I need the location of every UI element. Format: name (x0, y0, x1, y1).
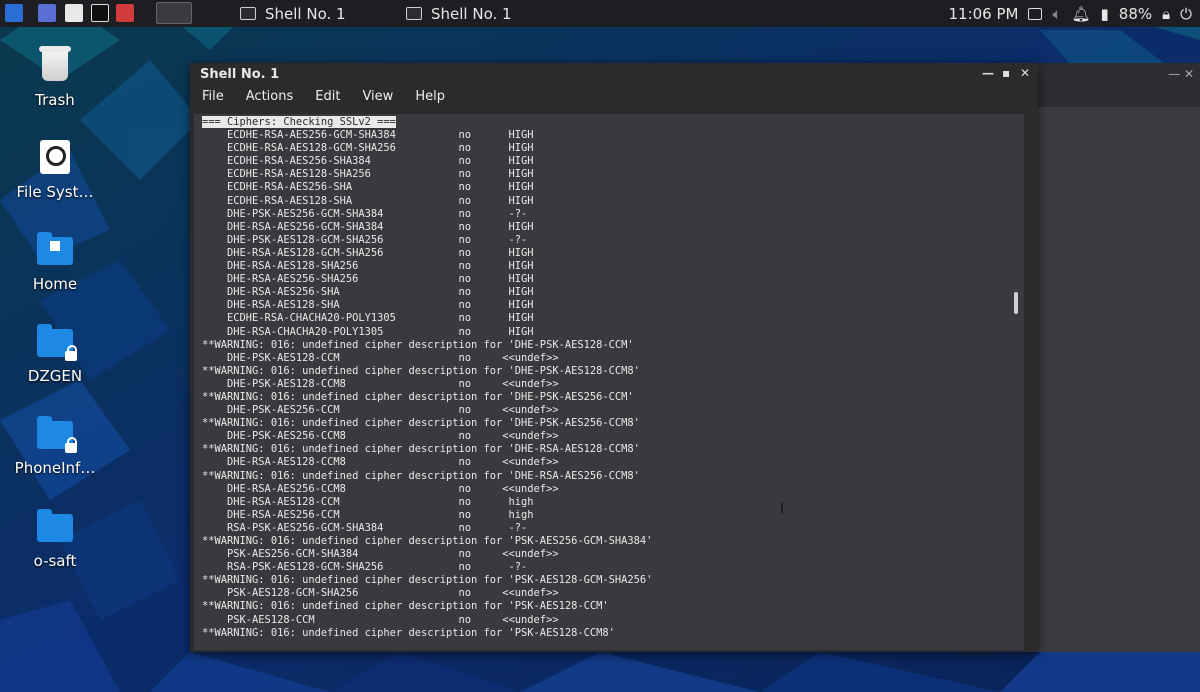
scrollbar-thumb[interactable] (1014, 292, 1018, 314)
folder-icon (35, 506, 75, 546)
cipher-line: DHE-RSA-AES128-SHA no HIGH (202, 299, 534, 312)
warning-line: **WARNING: 016: undefined cipher descrip… (202, 443, 640, 456)
terminal-icon (406, 7, 422, 20)
trash-icon (35, 45, 75, 85)
warning-line: **WARNING: 016: undefined cipher descrip… (202, 535, 653, 547)
desktop-icon-o-saft[interactable]: o-saft (5, 506, 105, 570)
hard-drive-icon (35, 137, 75, 177)
cipher-line: DHE-PSK-AES128-GCM-SHA256 no -?- (202, 233, 528, 246)
cipher-line: ECDHE-RSA-AES256-GCM-SHA384 no HIGH (202, 129, 534, 142)
clock[interactable]: 11:06 PM (948, 5, 1018, 23)
cipher-line: ECDHE-RSA-AES128-SHA256 no HIGH (202, 168, 534, 181)
menu-view[interactable]: View (350, 85, 403, 107)
cipher-line: DHE-RSA-AES128-CCM8 no <<undef>> (202, 456, 559, 469)
desktop-icon-phoneinf[interactable]: PhoneInf… (5, 413, 105, 477)
locked-folder-icon (35, 321, 77, 361)
cipher-line: RSA-PSK-AES256-GCM-SHA384 no -?- (202, 521, 528, 534)
maximize-button[interactable]: ▪ (1002, 66, 1010, 80)
taskbar-task-label: Shell No. 1 (265, 4, 346, 23)
close-button[interactable]: ✕ (1020, 66, 1030, 80)
workspace-1-icon[interactable] (38, 4, 56, 22)
background-terminal-window[interactable]: — ✕ (1038, 63, 1200, 652)
cipher-line: DHE-PSK-AES256-GCM-SHA384 no -?- (202, 207, 528, 220)
warning-line: **WARNING: 016: undefined cipher descrip… (202, 600, 609, 613)
terminal-icon (240, 7, 256, 20)
desktop-icon-label: PhoneInf… (14, 459, 96, 477)
notification-bell-icon[interactable]: 🔔︎ (1071, 5, 1090, 23)
locked-folder-icon (35, 413, 77, 453)
logout-icon[interactable]: ⏻ (1180, 5, 1192, 23)
warning-line: **WARNING: 016: undefined cipher descrip… (202, 390, 634, 403)
background-terminal-area (1038, 107, 1200, 652)
taskbar-task-shell-2[interactable]: Shell No. 1 (406, 0, 512, 27)
cipher-line: PSK-AES128-CCM no <<undef>> (202, 613, 559, 626)
lock-screen-icon[interactable]: 🔒︎ (1162, 5, 1170, 23)
desktop-icon-label: File Syst… (16, 183, 94, 201)
warning-line: **WARNING: 016: undefined cipher descrip… (202, 469, 640, 482)
menu-bar: File Actions Edit View Help (190, 85, 1038, 107)
desktop-icon-label: Trash (35, 91, 75, 109)
cipher-line: ECDHE-RSA-AES256-SHA no HIGH (202, 181, 534, 194)
desktop-icon-label: DZGEN (27, 367, 83, 385)
cipher-line: DHE-PSK-AES128-CCM8 no <<undef>> (202, 377, 559, 390)
cipher-line: DHE-RSA-CHACHA20-POLY1305 no HIGH (202, 325, 534, 338)
cipher-line: ECDHE-RSA-CHACHA20-POLY1305 no HIGH (202, 312, 534, 325)
cipher-line: DHE-RSA-AES256-SHA256 no HIGH (202, 273, 534, 286)
menu-help[interactable]: Help (403, 85, 455, 107)
system-tray: 11:06 PM 🔈︎ 🔔︎ ▮ 88% 🔒︎ ⏻ (948, 0, 1200, 27)
text-cursor-icon: I (780, 502, 784, 517)
desktop-icon-label: Home (32, 275, 78, 293)
home-folder-icon (35, 229, 75, 269)
menu-actions[interactable]: Actions (234, 85, 304, 107)
taskbar-task-shell-1[interactable]: Shell No. 1 (240, 0, 346, 27)
cipher-line: DHE-RSA-AES256-SHA no HIGH (202, 286, 534, 299)
battery-icon: ▮ (1100, 4, 1109, 23)
minimize-button[interactable]: — (982, 66, 994, 80)
screen-recorder-icon[interactable] (116, 4, 134, 22)
cipher-line: RSA-PSK-AES128-GCM-SHA256 no -?- (202, 561, 528, 574)
cipher-line: PSK-AES256-GCM-SHA384 no <<undef>> (202, 548, 559, 561)
terminal-output[interactable]: === Ciphers: Checking SSLv2 === ECDHE-RS… (194, 114, 1024, 650)
cipher-line: ECDHE-RSA-AES128-SHA no HIGH (202, 194, 534, 207)
cipher-line: PSK-AES128-GCM-SHA256 no <<undef>> (202, 587, 559, 600)
cipher-line: DHE-RSA-AES256-CCM8 no <<undef>> (202, 482, 559, 495)
desktop-icon-label: o-saft (33, 552, 77, 570)
cipher-line: DHE-RSA-AES128-CCM no high (202, 495, 534, 508)
active-window-indicator-icon[interactable] (156, 2, 192, 24)
volume-icon[interactable]: 🔈︎ (1052, 5, 1061, 23)
top-taskbar: Shell No. 1 Shell No. 1 11:06 PM 🔈︎ 🔔︎ ▮… (0, 0, 1200, 27)
desktop-icon-file-system[interactable]: File Syst… (5, 137, 105, 201)
desktop-icon-home[interactable]: Home (5, 229, 105, 293)
cipher-line: DHE-RSA-AES256-GCM-SHA384 no HIGH (202, 220, 534, 233)
cipher-line: DHE-PSK-AES128-CCM no <<undef>> (202, 351, 559, 364)
battery-percent[interactable]: 88% (1119, 5, 1152, 23)
cipher-line: DHE-RSA-AES128-SHA256 no HIGH (202, 260, 534, 273)
display-icon[interactable] (1028, 7, 1043, 20)
warning-line: **WARNING: 016: undefined cipher descrip… (202, 574, 653, 587)
terminal-window[interactable]: Shell No. 1 — ▪ ✕ File Actions Edit View… (190, 63, 1038, 652)
warning-line: **WARNING: 016: undefined cipher descrip… (202, 338, 634, 351)
cipher-line: ECDHE-RSA-AES128-GCM-SHA256 no HIGH (202, 142, 534, 155)
terminal-launcher-icon[interactable] (91, 4, 109, 22)
cipher-line: DHE-PSK-AES256-CCM no <<undef>> (202, 404, 559, 417)
warning-line: **WARNING: 016: undefined cipher descrip… (202, 626, 615, 639)
warning-line: **WARNING: 016: undefined cipher descrip… (202, 364, 640, 377)
desktop-icon-dzgen[interactable]: DZGEN (5, 321, 105, 385)
window-controls: — ✕ (1168, 67, 1194, 81)
window-titlebar[interactable]: Shell No. 1 — ▪ ✕ (190, 63, 1038, 85)
cipher-line: DHE-PSK-AES256-CCM8 no <<undef>> (202, 430, 559, 443)
cipher-line: DHE-RSA-AES128-GCM-SHA256 no HIGH (202, 246, 534, 259)
kali-menu-icon[interactable] (5, 4, 23, 22)
window-title: Shell No. 1 (200, 67, 280, 82)
menu-edit[interactable]: Edit (303, 85, 350, 107)
warning-line: **WARNING: 016: undefined cipher descrip… (202, 417, 640, 430)
menu-file[interactable]: File (190, 85, 234, 107)
terminal-lines: ECDHE-RSA-AES256-GCM-SHA384 no HIGH ECDH… (202, 129, 652, 639)
taskbar-task-label: Shell No. 1 (431, 4, 512, 23)
cipher-line: DHE-RSA-AES256-CCM no high (202, 508, 534, 521)
section-header: === Ciphers: Checking SSLv2 === (202, 116, 396, 128)
file-manager-icon[interactable] (65, 4, 83, 22)
desktop-icon-trash[interactable]: Trash (5, 45, 105, 109)
cipher-line: ECDHE-RSA-AES256-SHA384 no HIGH (202, 155, 534, 168)
